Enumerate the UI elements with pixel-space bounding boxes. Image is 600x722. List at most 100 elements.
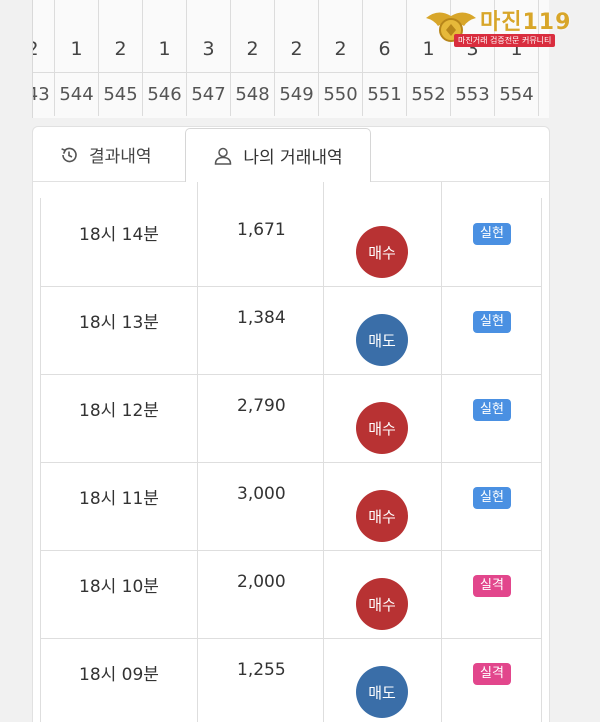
trade-row[interactable]: 18시 12분 2,790 매수 실현 (41, 374, 541, 463)
round-count-cell: 2 (33, 26, 55, 72)
grid-spacer-cell (143, 0, 187, 26)
grid-spacer-cell (33, 0, 55, 26)
trade-row[interactable]: 18시 14분 1,671 매수 실현 (41, 198, 541, 287)
history-clock-icon (59, 145, 79, 165)
tab-result-history[interactable]: 결과내역 (59, 127, 152, 182)
trade-side-cell: 매수 (324, 550, 442, 638)
trade-row[interactable]: 18시 10분 2,000 매수 실격 (41, 550, 541, 639)
trade-history-screen: 212132226131 543544545546547548549550551… (0, 0, 600, 722)
trade-time: 18시 10분 (79, 577, 159, 597)
fragment-cell (324, 182, 442, 198)
trade-amount-cell: 3,000 (198, 462, 324, 550)
site-logo: 마진119 마진거래 검증전문 커뮤니티 (424, 4, 594, 50)
trade-row[interactable]: 18시 09분 1,255 매도 실격 (41, 638, 541, 722)
trade-row[interactable]: 18시 11분 3,000 매수 실현 (41, 462, 541, 551)
sell-badge: 매도 (356, 666, 408, 718)
trade-list: 18시 14분 1,671 매수 실현 18시 13분 1,384 매도 실현 18시 12분 2… (40, 182, 542, 722)
round-count-cell: 2 (275, 26, 319, 72)
logo-title: 마진119 (480, 10, 572, 35)
trade-side-cell: 매수 (324, 198, 442, 286)
round-number-cell: 548 (231, 72, 275, 116)
trade-time-cell: 18시 14분 (41, 198, 198, 286)
tab-bar: 결과내역 나의 거래내역 (32, 126, 550, 182)
trade-side-cell: 매수 (324, 374, 442, 462)
trade-time: 18시 11분 (79, 489, 159, 509)
trade-amount-cell: 1,671 (198, 198, 324, 286)
trade-amount: 1,255 (237, 660, 286, 680)
trade-side-cell: 매도 (324, 286, 442, 374)
trade-time-cell: 18시 11분 (41, 462, 198, 550)
trade-time-cell: 18시 09분 (41, 638, 198, 722)
grid-spacer-cell (187, 0, 231, 26)
trade-amount-cell: 2,000 (198, 550, 324, 638)
trade-result-cell: 실현 (442, 374, 541, 462)
round-number-cell: 547 (187, 72, 231, 116)
realized-badge: 실현 (473, 399, 511, 421)
trade-amount-cell: 2,790 (198, 374, 324, 462)
trade-time: 18시 12분 (79, 401, 159, 421)
round-number-cell: 553 (451, 72, 495, 116)
trade-result-cell: 실현 (442, 286, 541, 374)
round-number-cell: 543 (33, 72, 55, 116)
previous-row-fragment (41, 182, 541, 198)
trade-time: 18시 14분 (79, 225, 159, 245)
round-number-row: 543544545546547548549550551552553554 (33, 72, 539, 116)
trade-time: 18시 13분 (79, 313, 159, 333)
trade-side-cell: 매도 (324, 638, 442, 722)
round-number-cell: 551 (363, 72, 407, 116)
grid-spacer-cell (275, 0, 319, 26)
trade-amount: 3,000 (237, 484, 286, 504)
grid-spacer-cell (319, 0, 363, 26)
trade-time: 18시 09분 (79, 665, 159, 685)
trade-amount: 1,384 (237, 308, 286, 328)
sell-badge: 매도 (356, 314, 408, 366)
round-number-cell: 554 (495, 72, 539, 116)
grid-spacer-cell (231, 0, 275, 26)
round-number-cell: 550 (319, 72, 363, 116)
realized-badge: 실현 (473, 487, 511, 509)
trade-time-cell: 18시 13분 (41, 286, 198, 374)
round-number-cell: 545 (99, 72, 143, 116)
realized-badge: 실현 (473, 311, 511, 333)
round-count-cell: 2 (99, 26, 143, 72)
grid-spacer-cell (99, 0, 143, 26)
trade-amount-cell: 1,255 (198, 638, 324, 722)
trade-result-cell: 실격 (442, 550, 541, 638)
tab-my-trades[interactable]: 나의 거래내역 (185, 128, 371, 182)
disqualified-badge: 실격 (473, 663, 511, 685)
trade-side-cell: 매수 (324, 462, 442, 550)
round-number-cell: 546 (143, 72, 187, 116)
buy-badge: 매수 (356, 578, 408, 630)
grid-spacer-cell (55, 0, 99, 26)
round-number-cell: 544 (55, 72, 99, 116)
trade-amount: 2,790 (237, 396, 286, 416)
fragment-cell (41, 182, 198, 198)
trade-time-cell: 18시 10분 (41, 550, 198, 638)
trade-time-cell: 18시 12분 (41, 374, 198, 462)
trade-amount: 2,000 (237, 572, 286, 592)
tab-result-history-label: 결과내역 (89, 147, 152, 167)
round-count-cell: 1 (55, 26, 99, 72)
trade-amount: 1,671 (237, 220, 286, 240)
round-count-cell: 2 (319, 26, 363, 72)
realized-badge: 실현 (473, 223, 511, 245)
trade-result-cell: 실현 (442, 198, 541, 286)
round-number-cell: 552 (407, 72, 451, 116)
buy-badge: 매수 (356, 226, 408, 278)
round-number-cell: 549 (275, 72, 319, 116)
trade-amount-cell: 1,384 (198, 286, 324, 374)
tab-my-trades-label: 나의 거래내역 (243, 148, 343, 168)
fragment-cell (442, 182, 541, 198)
trade-result-cell: 실현 (442, 462, 541, 550)
user-icon (213, 146, 233, 166)
disqualified-badge: 실격 (473, 575, 511, 597)
grid-spacer-cell (363, 0, 407, 26)
round-count-cell: 6 (363, 26, 407, 72)
buy-badge: 매수 (356, 490, 408, 542)
trade-result-cell: 실격 (442, 638, 541, 722)
trade-row[interactable]: 18시 13분 1,384 매도 실현 (41, 286, 541, 375)
logo-subtitle: 마진거래 검증전문 커뮤니티 (454, 34, 556, 47)
round-count-cell: 2 (231, 26, 275, 72)
round-count-cell: 1 (143, 26, 187, 72)
my-trades-panel: 18시 14분 1,671 매수 실현 18시 13분 1,384 매도 실현 18시 12분 2… (32, 182, 550, 722)
